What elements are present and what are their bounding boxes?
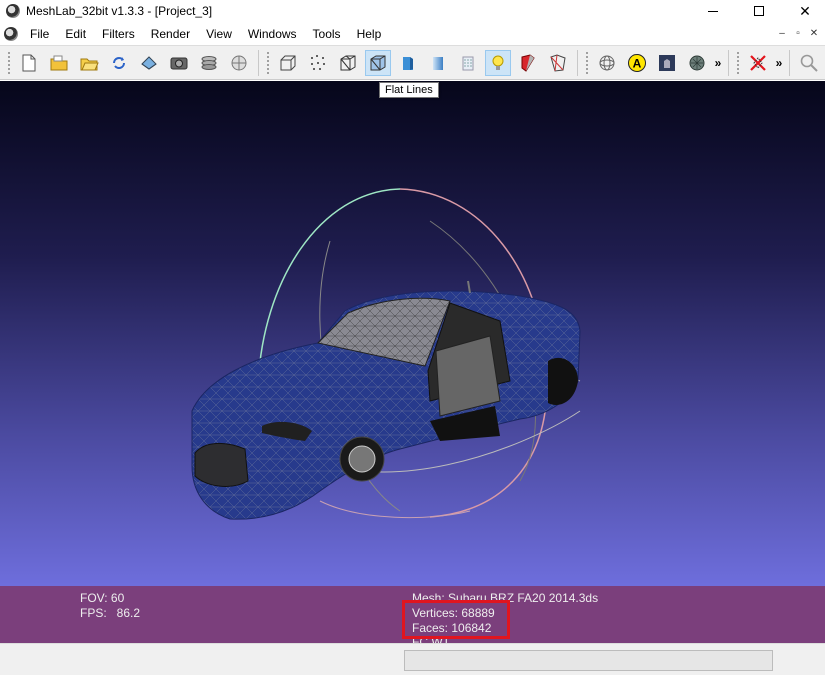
selection-button[interactable] [545,50,571,76]
axis-icon: A [628,53,646,72]
save-icon [141,55,157,70]
decorate-button[interactable] [226,50,252,76]
toolbar-separator [789,49,790,76]
tooltip: Flat Lines [379,82,439,98]
flat-icon [403,56,413,70]
edit-disable-icon [750,54,766,71]
backface-button[interactable] [515,50,541,76]
fov-label: FOV: 60 [80,591,125,605]
menu-filters[interactable]: Filters [94,23,143,45]
minimize-button[interactable] [690,0,736,22]
save-button[interactable] [136,50,162,76]
reload-icon [113,56,125,69]
texture-mode-icon [659,54,675,71]
flat-lines-icon [370,55,386,70]
open-project-button[interactable] [76,50,102,76]
new-icon [22,54,36,71]
status-bar [0,643,825,675]
highlight-annotation [402,600,510,639]
points-icon [311,54,325,70]
mdi-minimize-button[interactable]: – [775,27,789,41]
minimize-icon [708,10,718,12]
search-icon [800,54,818,72]
search-button[interactable] [796,50,822,76]
wireframe-button[interactable] [335,50,361,76]
layers-button[interactable] [196,50,222,76]
toolbar-overflow-button[interactable]: » [712,56,724,70]
light-button[interactable] [485,49,511,76]
toolbar-separator [577,49,578,76]
toolbar-separator [728,49,729,76]
mdi-restore-button[interactable]: ▫ [791,27,805,41]
bbox-button[interactable] [275,50,301,76]
render-scene [191,188,581,520]
flat-lines-button[interactable] [365,49,391,76]
color-mode-icon [689,55,705,70]
mdi-close-button[interactable]: ✕ [807,27,821,41]
meshlab-logo-icon [6,4,20,18]
toolbar-grip[interactable] [266,50,270,75]
snapshot-icon [170,57,188,69]
maximize-icon [754,6,764,16]
bbox-icon [280,55,296,70]
menu-view[interactable]: View [198,23,240,45]
reload-button[interactable] [106,50,132,76]
open-icon [50,55,68,70]
menu-windows[interactable]: Windows [240,23,305,45]
document-icon[interactable] [4,27,18,41]
decorate-icon [231,55,247,70]
open-project-icon [80,58,99,70]
menu-tools[interactable]: Tools [305,23,349,45]
snapshot-button[interactable] [166,50,192,76]
new-button[interactable] [16,50,42,76]
trackball-button[interactable] [594,50,620,76]
window-title: MeshLab_32bit v1.3.3 - [Project_3] [26,4,213,18]
texture-mode-button[interactable] [654,50,680,76]
toolbar-separator [258,49,259,76]
axis-button[interactable]: A [624,50,650,76]
maximize-button[interactable] [736,0,782,22]
menu-help[interactable]: Help [349,23,390,45]
toolbar-grip[interactable] [736,50,740,75]
toolbar-grip[interactable] [585,50,589,75]
layers-icon [201,55,217,70]
texture-button[interactable] [455,50,481,76]
toolbar-grip[interactable] [7,50,11,75]
edit-disable-button[interactable] [745,50,771,76]
fps-label: FPS: 86.2 [80,606,141,620]
wireframe-icon [340,55,356,70]
backface-icon [521,53,535,72]
menu-bar: File Edit Filters Render View Windows To… [0,23,825,45]
close-button[interactable]: ✕ [782,0,825,22]
title-bar: MeshLab_32bit v1.3.3 - [Project_3] ✕ [0,0,825,22]
menu-render[interactable]: Render [143,23,198,45]
smooth-icon [433,56,443,70]
car-mesh-model[interactable] [191,280,581,520]
3d-viewport[interactable] [0,81,825,586]
points-button[interactable] [305,50,331,76]
smooth-button[interactable] [425,50,451,76]
texture-icon [462,56,474,70]
mdi-controls: – ▫ ✕ [775,27,821,41]
svg-text:A: A [633,56,642,70]
main-toolbar: A » » [0,45,825,80]
color-mode-button[interactable] [684,50,710,76]
light-icon [492,55,504,70]
progress-bar [404,650,773,671]
toolbar-overflow-button-2[interactable]: » [773,56,785,70]
menu-edit[interactable]: Edit [57,23,94,45]
flat-button[interactable] [395,50,421,76]
selection-icon [550,53,566,72]
open-button[interactable] [46,50,72,76]
menu-file[interactable]: File [22,23,57,45]
trackball-icon [599,55,615,70]
